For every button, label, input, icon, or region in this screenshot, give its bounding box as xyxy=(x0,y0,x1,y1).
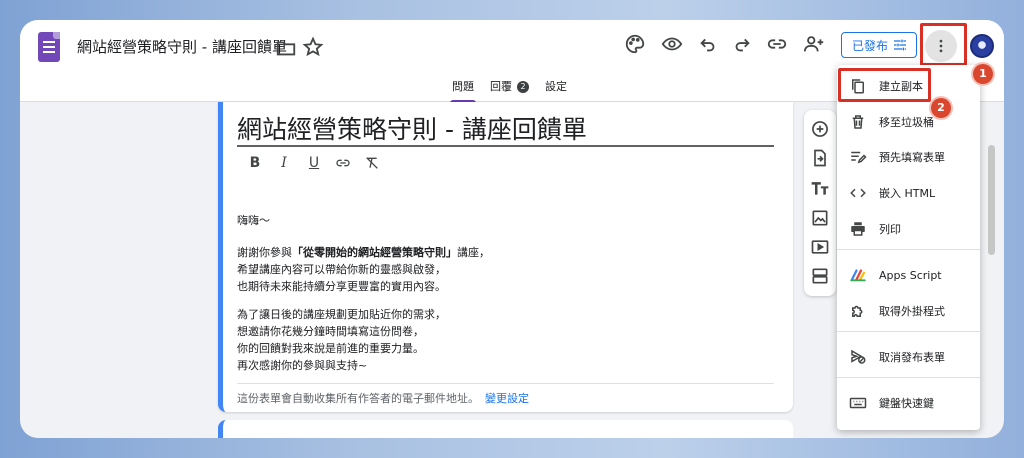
menu-item-print[interactable]: 列印 xyxy=(837,213,980,245)
redo-icon[interactable] xyxy=(731,33,753,55)
menu-item-prefill-form[interactable]: 預先填寫表單 xyxy=(837,141,980,173)
next-question-card[interactable] xyxy=(218,420,793,438)
highlight-make-copy xyxy=(838,68,931,102)
add-collaborator-icon[interactable] xyxy=(803,33,825,55)
responses-count-badge: 2 xyxy=(517,81,529,93)
tab-responses[interactable]: 回覆 2 xyxy=(490,78,529,100)
addon-icon xyxy=(849,302,867,320)
published-label: 已發布 xyxy=(852,38,889,53)
page-scrollbar[interactable] xyxy=(988,145,995,255)
menu-item-get-addons[interactable]: 取得外掛程式 xyxy=(837,295,980,327)
apps-script-icon xyxy=(849,266,867,284)
document-title[interactable]: 網站經營策略守則 - 講座回饋單 xyxy=(77,36,287,57)
google-forms-logo-icon[interactable] xyxy=(38,32,60,62)
tab-settings[interactable]: 設定 xyxy=(545,78,567,100)
undo-icon[interactable] xyxy=(697,33,719,55)
clear-formatting-icon[interactable] xyxy=(362,152,382,174)
unpublish-icon xyxy=(849,348,867,366)
email-collection-note: 這份表單會自動收集所有作答者的電子郵件地址。 變更設定 xyxy=(237,392,529,405)
add-video-icon[interactable] xyxy=(810,237,830,257)
add-title-icon[interactable] xyxy=(810,178,830,198)
form-header-card[interactable]: 網站經營策略守則 - 講座回饋單 B I U 嗨嗨～ 謝謝你參與「從零開始的網站… xyxy=(218,102,793,412)
insert-link-icon[interactable] xyxy=(333,152,353,174)
title-underline xyxy=(237,145,774,147)
form-title[interactable]: 網站經營策略守則 - 講座回饋單 xyxy=(237,110,587,146)
avatar[interactable] xyxy=(970,34,994,58)
change-settings-link[interactable]: 變更設定 xyxy=(485,392,529,405)
step-marker-2: 2 xyxy=(931,98,951,118)
tab-questions[interactable]: 問題 xyxy=(450,78,476,103)
add-question-icon[interactable] xyxy=(810,119,830,139)
palette-icon[interactable] xyxy=(624,33,646,55)
italic-icon[interactable]: I xyxy=(274,152,294,174)
card-divider xyxy=(237,383,774,384)
menu-item-unpublish-form[interactable]: 取消發布表單 xyxy=(837,341,980,373)
trash-icon xyxy=(849,113,867,131)
published-button[interactable]: 已發布 xyxy=(841,32,917,58)
menu-divider xyxy=(837,249,980,250)
add-section-icon[interactable] xyxy=(810,266,830,286)
menu-item-embed-html[interactable]: 嵌入 HTML xyxy=(837,177,980,209)
menu-item-move-to-trash[interactable]: 移至垃圾桶 xyxy=(837,106,980,138)
more-options-menu: 建立副本 移至垃圾桶 預先填寫表單 嵌入 HTML 列印 Apps Script… xyxy=(837,65,980,430)
preview-eye-icon[interactable] xyxy=(661,33,683,55)
folder-icon[interactable] xyxy=(275,37,296,56)
floating-toolbar xyxy=(804,110,836,296)
highlight-more-button xyxy=(920,23,967,66)
menu-divider xyxy=(837,331,980,332)
menu-item-keyboard-shortcuts[interactable]: 鍵盤快速鍵 xyxy=(837,387,980,419)
description-paragraph-1: 謝謝你參與「從零開始的網站經營策略守則」講座， 希望講座內容可以帶給你新的靈感與… xyxy=(237,246,490,293)
step-marker-1: 1 xyxy=(973,64,993,84)
description-paragraph-2: 為了讓日後的講座規劃更加貼近你的需求， 想邀請你花幾分鐘時間填寫這份問卷， 你的… xyxy=(237,308,446,372)
underline-icon[interactable]: U xyxy=(304,152,324,174)
keyboard-icon xyxy=(849,394,867,412)
tab-bar: 問題 回覆 2 設定 xyxy=(450,78,583,103)
add-image-icon[interactable] xyxy=(810,208,830,228)
import-questions-icon[interactable] xyxy=(810,148,830,168)
star-icon[interactable] xyxy=(302,36,324,57)
description-greeting: 嗨嗨～ xyxy=(237,214,270,227)
menu-item-apps-script[interactable]: Apps Script xyxy=(837,259,980,291)
bold-icon[interactable]: B xyxy=(245,152,265,174)
tune-icon xyxy=(894,39,906,51)
link-icon[interactable] xyxy=(766,33,788,55)
prefill-icon xyxy=(849,148,867,166)
print-icon xyxy=(849,220,867,238)
app-window: 網站經營策略守則 - 講座回饋單 已發布 問題 回覆 2 設定 網站經營策略守則… xyxy=(20,20,1004,438)
code-icon xyxy=(849,184,867,202)
menu-divider xyxy=(837,377,980,378)
